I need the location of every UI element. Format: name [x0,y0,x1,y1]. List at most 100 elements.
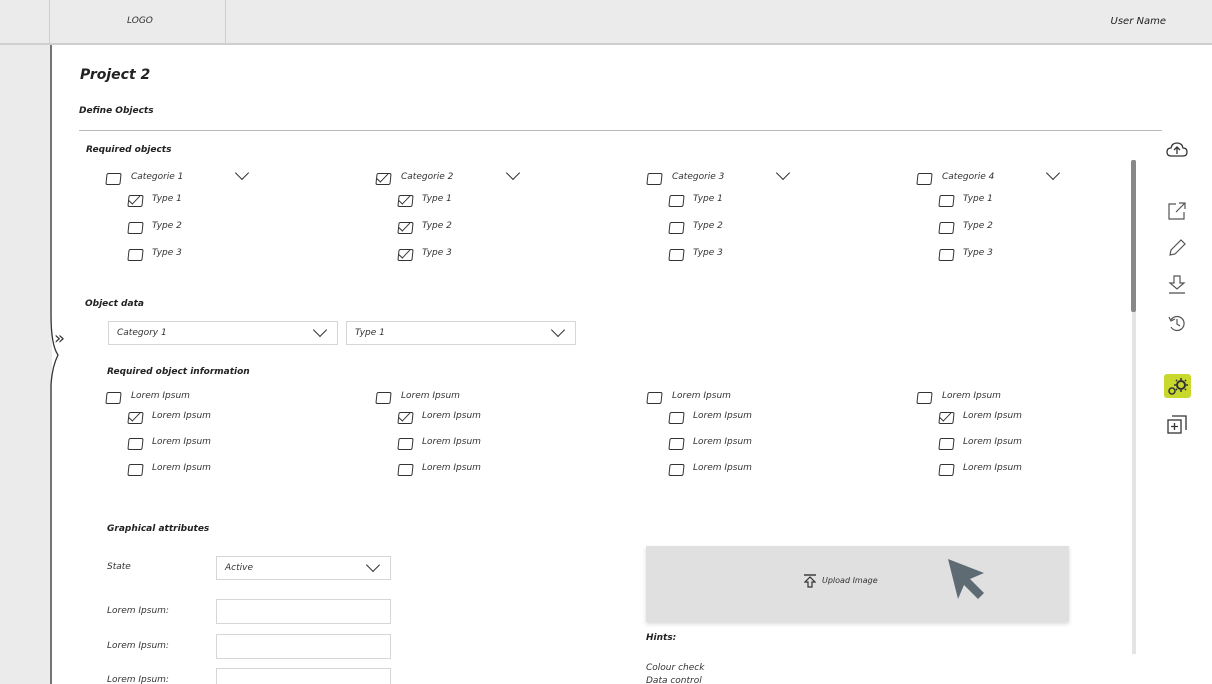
top-bar-corner [0,0,50,45]
info-item-checkbox[interactable] [938,438,955,450]
expand-sidebar-icon[interactable]: » [54,330,65,348]
type-checkbox[interactable] [397,195,414,207]
info-item-checkbox[interactable] [938,464,955,476]
info-item-checkbox[interactable] [127,438,144,450]
info-item-checkbox[interactable] [668,438,685,450]
pencil-icon[interactable] [1166,237,1188,259]
upload-image-label: Upload Image [822,576,878,585]
type-checkbox[interactable] [668,195,685,207]
info-item-label: Lorem Ipsum [422,463,481,473]
category-checkbox[interactable] [916,173,933,185]
required-info-heading: Required object information [107,367,250,377]
field-label: Lorem Ipsum: [107,675,169,684]
required-objects-heading: Required objects [86,145,172,155]
chevron-down-icon [550,322,566,338]
graphical-attributes-heading: Graphical attributes [107,524,210,534]
type-select[interactable]: Type 1 [346,321,576,345]
chevron-down-icon[interactable] [1045,165,1061,181]
info-item-label: Lorem Ipsum [152,463,211,473]
info-item-label: Lorem Ipsum [963,411,1022,421]
chevron-down-icon[interactable] [234,165,250,181]
object-data-heading: Object data [85,299,144,309]
info-item-label: Lorem Ipsum [963,437,1022,447]
type-checkbox[interactable] [127,222,144,234]
type-checkbox[interactable] [668,222,685,234]
state-select[interactable]: Active [216,556,391,580]
category-label: Categorie 4 [942,172,995,182]
upload-image-area[interactable]: Upload Image [646,546,1069,622]
type-checkbox[interactable] [127,195,144,207]
type-label: Type 1 [152,194,182,204]
info-label: Lorem Ipsum [672,391,731,401]
type-label: Type 3 [152,248,182,258]
type-label: Type 3 [963,248,993,258]
type-label: Type 2 [152,221,182,231]
category-select[interactable]: Category 1 [108,321,338,345]
category-checkbox[interactable] [105,173,122,185]
category-checkbox[interactable] [375,173,392,185]
info-item-checkbox[interactable] [938,412,955,424]
scrollbar-thumb[interactable] [1131,160,1136,312]
info-item-label: Lorem Ipsum [693,411,752,421]
add-box-icon[interactable] [1166,414,1188,436]
type-checkbox[interactable] [938,249,955,261]
history-icon[interactable] [1166,312,1188,334]
chevron-down-icon[interactable] [775,165,791,181]
external-link-icon[interactable] [1166,200,1188,222]
download-icon[interactable] [1166,274,1188,296]
attribute-input-2[interactable] [216,634,391,659]
info-checkbox[interactable] [646,392,663,404]
info-item-label: Lorem Ipsum [422,437,481,447]
info-item-label: Lorem Ipsum [693,463,752,473]
attribute-input-3[interactable] [216,668,391,684]
state-label: State [107,562,131,572]
category-label: Categorie 1 [131,172,184,182]
field-label: Lorem Ipsum: [107,641,169,651]
category-label: Categorie 3 [672,172,725,182]
info-item-checkbox[interactable] [127,464,144,476]
type-checkbox[interactable] [938,195,955,207]
info-item-checkbox[interactable] [397,412,414,424]
info-item-label: Lorem Ipsum [963,463,1022,473]
type-checkbox[interactable] [397,222,414,234]
cloud-upload-icon[interactable] [1166,139,1188,161]
type-label: Type 3 [422,248,452,258]
state-select-value: Active [225,563,253,573]
collapsed-sidebar [0,45,59,684]
logo[interactable]: LOGO [127,16,153,26]
chevron-down-icon[interactable] [505,165,521,181]
info-item-checkbox[interactable] [397,438,414,450]
info-item-label: Lorem Ipsum [422,411,481,421]
page-subtitle: Define Objects [79,106,154,116]
top-bar: LOGO User Name [0,0,1212,45]
info-item-checkbox[interactable] [127,412,144,424]
type-checkbox[interactable] [938,222,955,234]
info-checkbox[interactable] [916,392,933,404]
attribute-input-1[interactable] [216,599,391,624]
type-checkbox[interactable] [127,249,144,261]
settings-gear-icon[interactable] [1167,375,1189,397]
page-title: Project 2 [80,67,151,83]
divider [79,130,1162,131]
info-label: Lorem Ipsum [942,391,1001,401]
info-checkbox[interactable] [375,392,392,404]
info-label: Lorem Ipsum [131,391,190,401]
info-item-checkbox[interactable] [668,412,685,424]
type-checkbox[interactable] [397,249,414,261]
info-label: Lorem Ipsum [401,391,460,401]
field-label: Lorem Ipsum: [107,606,169,616]
info-item-checkbox[interactable] [668,464,685,476]
category-label: Categorie 2 [401,172,454,182]
cursor-arrow-icon [948,559,984,599]
type-checkbox[interactable] [668,249,685,261]
category-checkbox[interactable] [646,173,663,185]
info-item-label: Lorem Ipsum [693,437,752,447]
info-checkbox[interactable] [105,392,122,404]
chevron-down-icon [365,557,381,573]
hint-item: Colour check [646,663,705,673]
category-select-value: Category 1 [117,328,167,338]
type-label: Type 1 [693,194,723,204]
info-item-checkbox[interactable] [397,464,414,476]
user-name[interactable]: User Name [1111,16,1166,27]
type-label: Type 1 [963,194,993,204]
